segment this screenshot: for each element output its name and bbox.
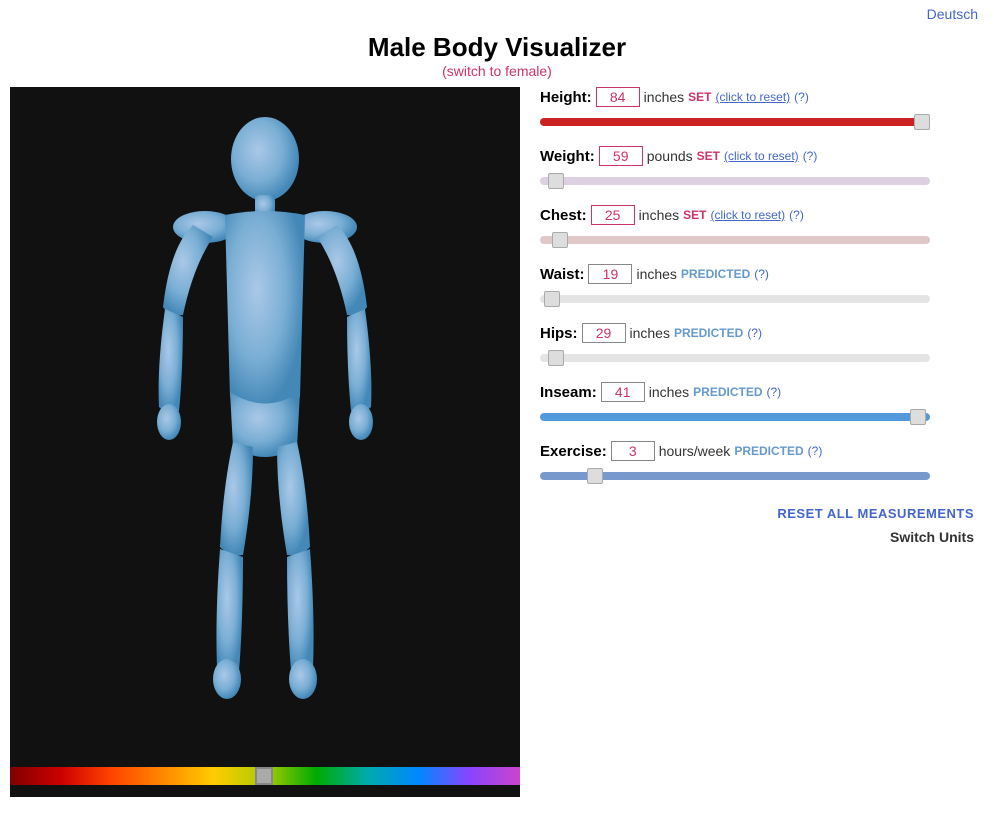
chest-status: SET (683, 208, 706, 222)
height-slider-thumb[interactable] (914, 114, 930, 130)
chest-slider-thumb[interactable] (552, 232, 568, 248)
hips-slider-container[interactable] (540, 348, 974, 368)
measurement-row-exercise: Exercise: hours/week PREDICTED (?) (540, 441, 974, 486)
measurement-row-waist: Waist: inches PREDICTED (?) (540, 264, 974, 309)
inseam-unit: inches (649, 384, 689, 400)
chest-help-link[interactable]: (?) (789, 208, 804, 222)
color-bar[interactable] (10, 767, 520, 785)
chest-unit: inches (639, 207, 679, 223)
measurement-row-inseam: Inseam: inches PREDICTED (?) (540, 382, 974, 427)
body-figure (10, 87, 520, 767)
height-help-link[interactable]: (?) (794, 90, 809, 104)
color-bar-thumb[interactable] (255, 767, 273, 785)
exercise-label: Exercise: (540, 443, 607, 460)
weight-slider-thumb[interactable] (548, 173, 564, 189)
reset-all-button[interactable]: RESET ALL MEASUREMENTS (777, 506, 974, 521)
waist-input[interactable] (588, 264, 632, 284)
body-visualizer (10, 87, 520, 797)
exercise-slider-track[interactable] (540, 472, 930, 480)
height-label: Height: (540, 89, 592, 106)
height-slider-track[interactable] (540, 118, 930, 126)
measurement-row-weight: Weight: pounds SET (click to reset) (?) (540, 146, 974, 191)
inseam-status: PREDICTED (693, 385, 762, 399)
weight-status: SET (697, 149, 720, 163)
chest-reset-link[interactable]: (click to reset) (710, 208, 785, 222)
measurement-row-hips: Hips: inches PREDICTED (?) (540, 323, 974, 368)
controls-panel: Height: inches SET (click to reset) (?) … (520, 87, 984, 797)
waist-slider-thumb[interactable] (544, 291, 560, 307)
bottom-actions: RESET ALL MEASUREMENTS Switch Units (540, 506, 974, 545)
height-slider-container[interactable] (540, 112, 974, 132)
waist-status: PREDICTED (681, 267, 750, 281)
switch-units-button[interactable]: Switch Units (890, 529, 974, 545)
weight-unit: pounds (647, 148, 693, 164)
exercise-unit: hours/week (659, 443, 731, 459)
hips-slider-track[interactable] (540, 354, 930, 362)
hips-slider-thumb[interactable] (548, 350, 564, 366)
exercise-slider-thumb[interactable] (587, 468, 603, 484)
weight-label: Weight: (540, 148, 595, 165)
language-link[interactable]: Deutsch (927, 6, 978, 22)
hips-status: PREDICTED (674, 326, 743, 340)
exercise-input[interactable] (611, 441, 655, 461)
weight-help-link[interactable]: (?) (803, 149, 818, 163)
waist-slider-container[interactable] (540, 289, 974, 309)
chest-slider-container[interactable] (540, 230, 974, 250)
measurement-row-height: Height: inches SET (click to reset) (?) (540, 87, 974, 132)
height-unit: inches (644, 89, 684, 105)
exercise-help-link[interactable]: (?) (808, 444, 823, 458)
chest-label: Chest: (540, 207, 587, 224)
inseam-label: Inseam: (540, 384, 597, 401)
switch-gender-link[interactable]: (switch to female) (0, 63, 994, 79)
height-status: SET (688, 90, 711, 104)
inseam-slider-track[interactable] (540, 413, 930, 421)
hips-input[interactable] (582, 323, 626, 343)
measurement-row-chest: Chest: inches SET (click to reset) (?) (540, 205, 974, 250)
waist-help-link[interactable]: (?) (754, 267, 769, 281)
height-input[interactable] (596, 87, 640, 107)
exercise-status: PREDICTED (734, 444, 803, 458)
page-title: Male Body Visualizer (0, 32, 994, 63)
top-bar: Deutsch (0, 0, 994, 22)
inseam-slider-thumb[interactable] (910, 409, 926, 425)
chest-slider-track[interactable] (540, 236, 930, 244)
hips-label: Hips: (540, 325, 578, 342)
main-content: Height: inches SET (click to reset) (?) … (0, 87, 994, 807)
page-header: Male Body Visualizer (switch to female) (0, 22, 994, 87)
exercise-slider-container[interactable] (540, 466, 974, 486)
waist-unit: inches (636, 266, 676, 282)
waist-label: Waist: (540, 266, 584, 283)
inseam-input[interactable] (601, 382, 645, 402)
weight-input[interactable] (599, 146, 643, 166)
waist-slider-track[interactable] (540, 295, 930, 303)
hips-help-link[interactable]: (?) (747, 326, 762, 340)
weight-slider-track[interactable] (540, 177, 930, 185)
weight-reset-link[interactable]: (click to reset) (724, 149, 799, 163)
inseam-help-link[interactable]: (?) (767, 385, 782, 399)
inseam-slider-container[interactable] (540, 407, 974, 427)
hips-unit: inches (630, 325, 670, 341)
weight-slider-container[interactable] (540, 171, 974, 191)
height-reset-link[interactable]: (click to reset) (715, 90, 790, 104)
chest-input[interactable] (591, 205, 635, 225)
